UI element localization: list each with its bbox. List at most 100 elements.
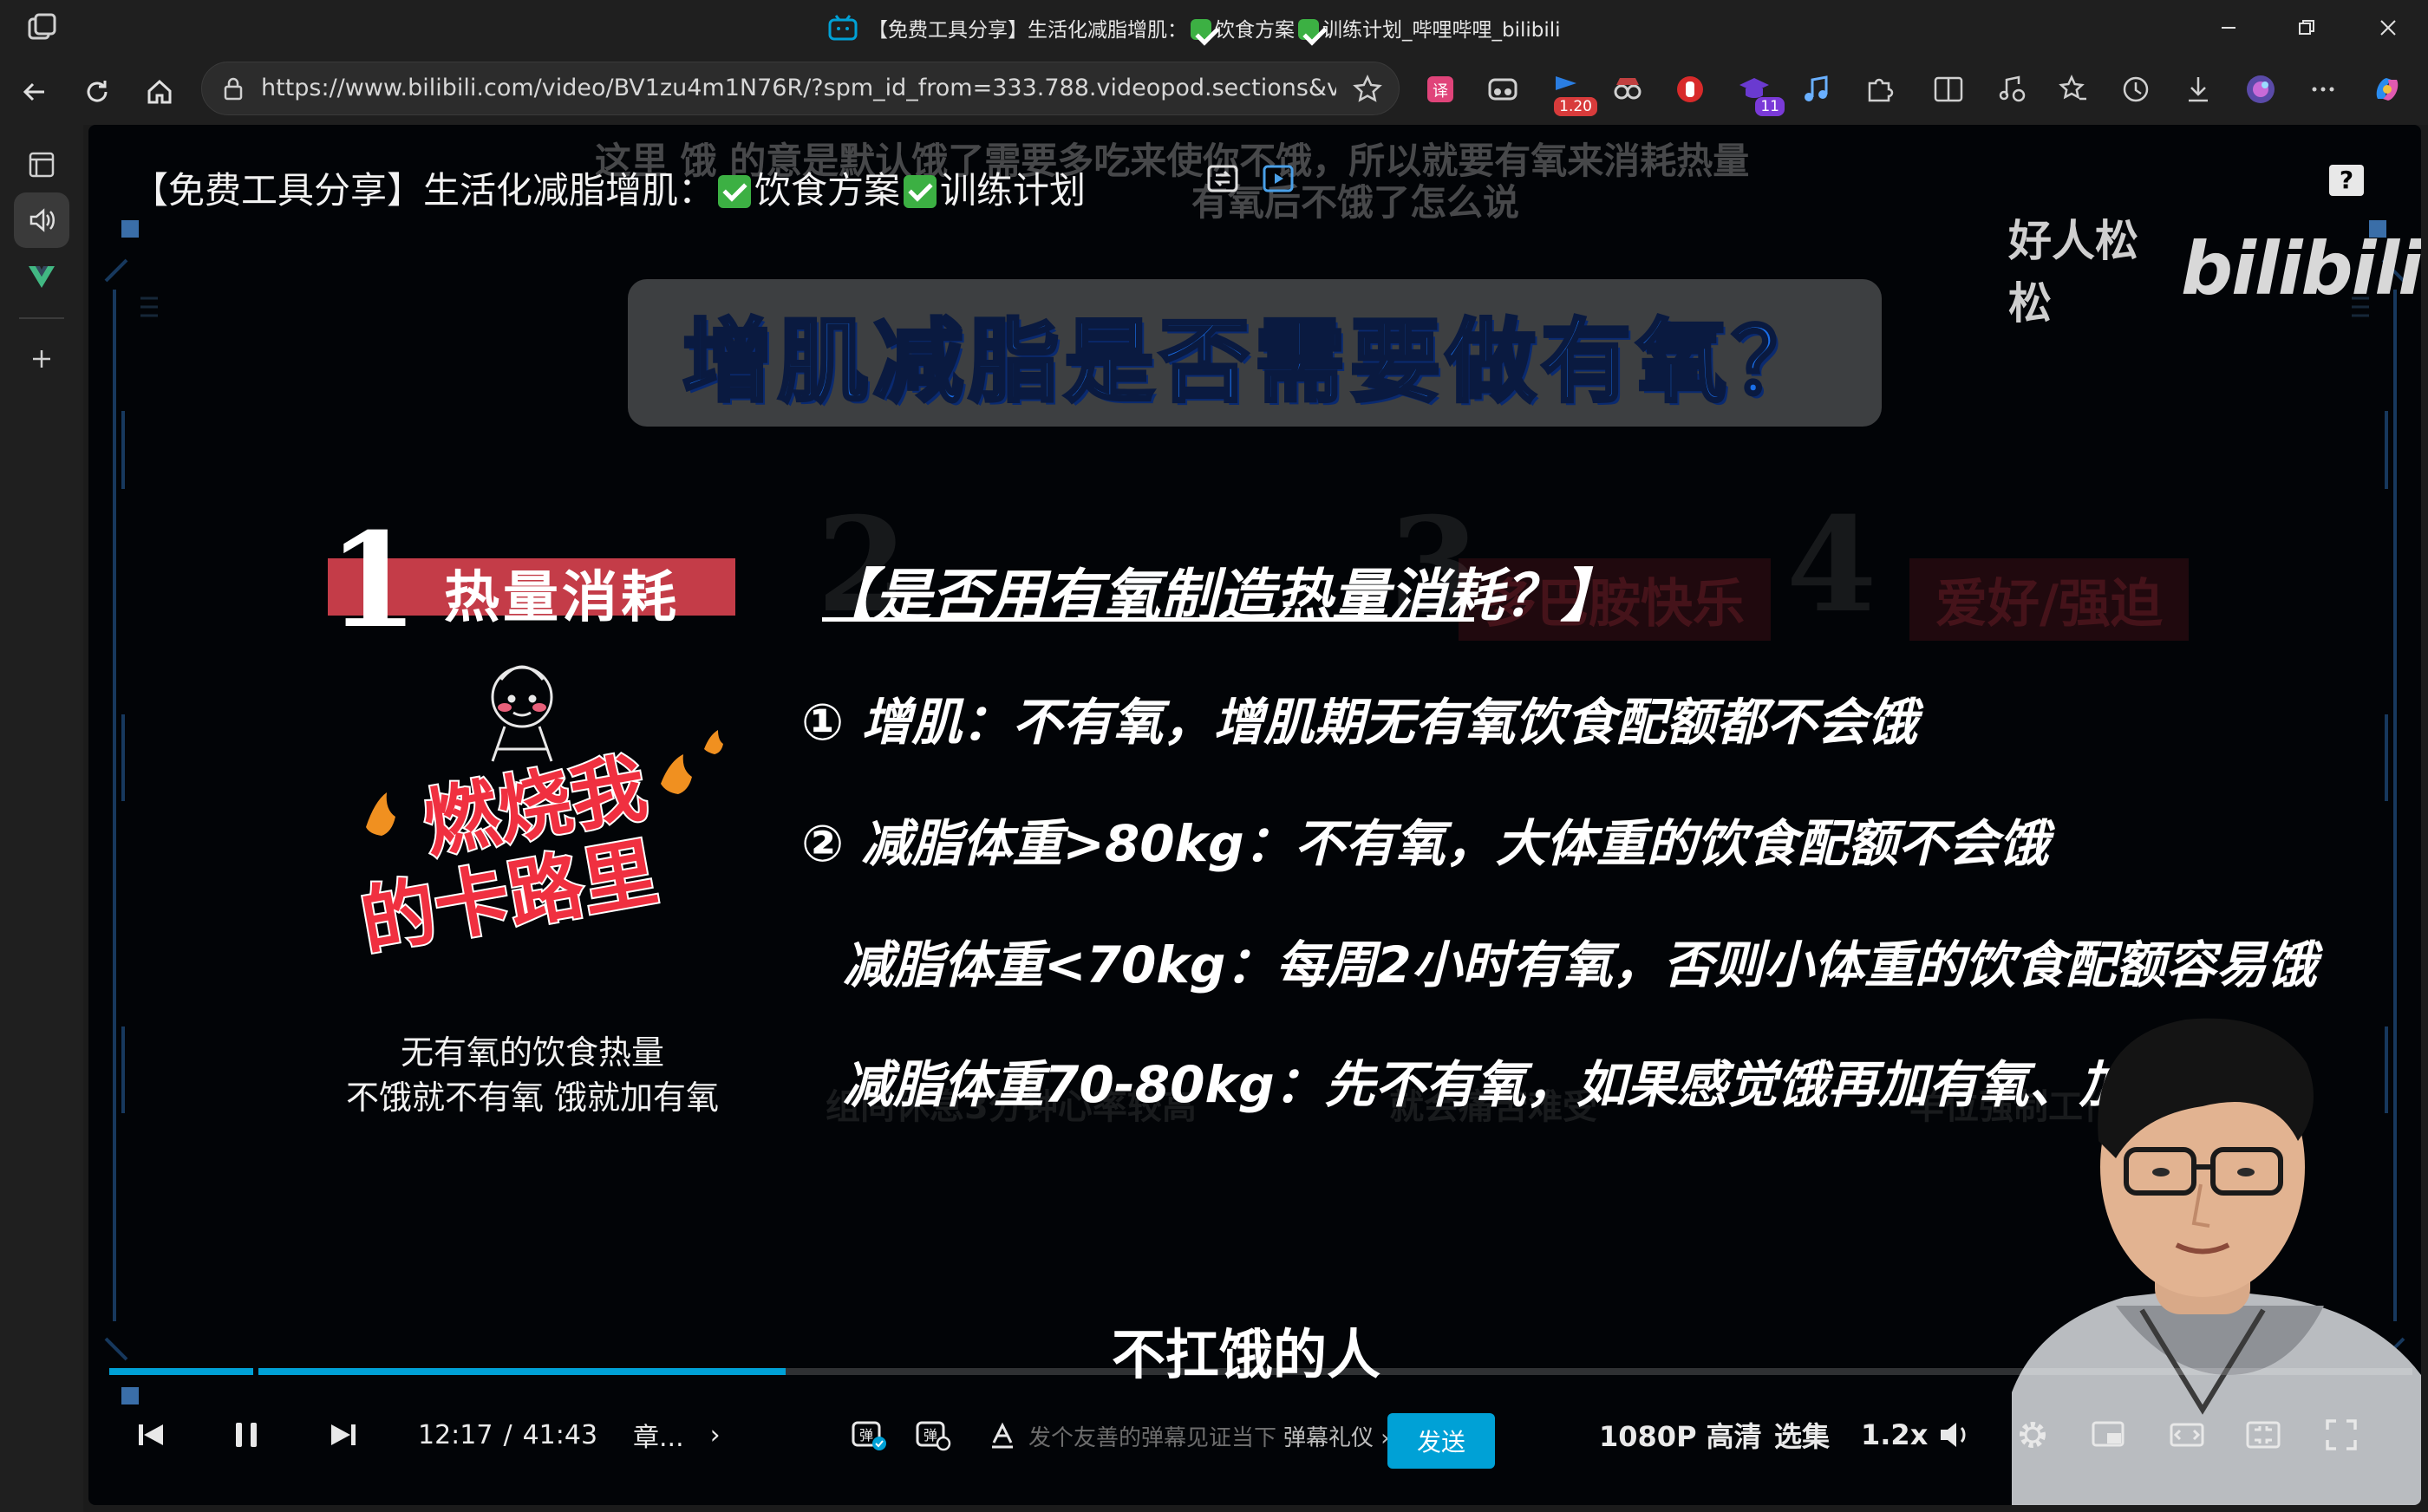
- bilibili-logo: bilibili: [2180, 226, 2421, 311]
- media-control-button[interactable]: [1989, 68, 2033, 111]
- music-extension-button[interactable]: [1795, 68, 1838, 111]
- check-icon: [904, 175, 937, 208]
- music-control-icon: [1999, 75, 2026, 102]
- help-badge[interactable]: ?: [2329, 165, 2364, 196]
- favorites-button[interactable]: [2052, 68, 2095, 111]
- url-text[interactable]: https://www.bilibili.com/video/BV1zu4m1N…: [261, 75, 1336, 101]
- flag-extension-button[interactable]: 1.20: [1545, 68, 1597, 116]
- more-menu-button[interactable]: [2301, 68, 2345, 111]
- window-title-text: 【免费工具分享】生活化减脂增肌： 饮食方案 训练计划_哔哩哔哩_bilibili: [868, 19, 1561, 42]
- content-line: ① 增肌：不有氧，增肌期无有氧饮食配额都不会饿: [801, 693, 1918, 752]
- title-bar: 【免费工具分享】生活化减脂增肌： 饮食方案 训练计划_哔哩哔哩_bilibili: [0, 0, 2428, 55]
- video-player[interactable]: 这里 饿 的意是默认饿了需要多吃来使你不饿，所以就要有氧来消耗热量 有氧后不饿了…: [88, 125, 2421, 1505]
- chapter-marker: [253, 1368, 258, 1375]
- faint-section-number: 4: [1786, 489, 1877, 642]
- pause-icon: [236, 1423, 257, 1447]
- calorie-burn-sticker: 燃烧我 的卡路里: [353, 665, 723, 957]
- svg-text:译: 译: [1433, 82, 1448, 101]
- split-screen-button[interactable]: [1927, 68, 1970, 111]
- swap-icon[interactable]: [1205, 161, 1240, 196]
- text-style-icon[interactable]: [987, 1420, 1018, 1451]
- section-label: 热量消耗: [444, 566, 680, 630]
- tab-actions-button[interactable]: [14, 137, 69, 192]
- download-icon: [2189, 77, 2208, 102]
- check-icon: [1298, 19, 1319, 40]
- danmaku-settings-icon: 弹: [916, 1421, 951, 1451]
- danmaku-on-icon: 弹: [852, 1421, 886, 1450]
- volume-button[interactable]: [1935, 1404, 1974, 1465]
- hand-stop-icon: [1677, 76, 1703, 102]
- minimize-button[interactable]: [2203, 9, 2255, 47]
- music-note-icon: [1805, 75, 1828, 101]
- time-display: 12:17 / 41:43: [418, 1404, 597, 1465]
- refresh-button[interactable]: [76, 71, 118, 113]
- favorite-star-icon[interactable]: [1352, 74, 1383, 105]
- glasses-icon: [1488, 78, 1518, 101]
- previous-button[interactable]: [132, 1404, 170, 1465]
- next-button[interactable]: [324, 1404, 362, 1465]
- close-icon: [2380, 20, 2396, 36]
- vue-devtools-button[interactable]: [14, 248, 69, 303]
- translate-extension-button[interactable]: 译: [1419, 68, 1462, 111]
- chapter-button[interactable]: 章... ›: [633, 1404, 721, 1465]
- speed-label: 1.2x: [1861, 1418, 1929, 1451]
- danmaku-toggle-button[interactable]: 弹: [850, 1404, 888, 1465]
- address-bar[interactable]: https://www.bilibili.com/video/BV1zu4m1N…: [201, 62, 1400, 115]
- uploader-name: 好人松松: [2008, 216, 2138, 329]
- episodes-button[interactable]: 选集: [1774, 1404, 1830, 1465]
- chapter-label: 章...: [633, 1423, 684, 1453]
- episodes-label: 选集: [1774, 1420, 1831, 1453]
- lock-icon[interactable]: [219, 75, 247, 102]
- quality-label: 1080P 高清: [1599, 1420, 1762, 1453]
- audio-tab-button[interactable]: [14, 192, 69, 248]
- check-icon: [718, 175, 752, 208]
- close-button[interactable]: [2362, 9, 2414, 47]
- send-danmaku-button[interactable]: 发送: [1387, 1413, 1495, 1469]
- chevron-right-icon: ›: [709, 1419, 721, 1450]
- quality-selector[interactable]: 1080P 高清: [1599, 1404, 1762, 1465]
- favorites-icon: [2059, 74, 2086, 101]
- svg-text:弹: 弹: [924, 1427, 937, 1444]
- widescreen-button[interactable]: [2168, 1404, 2206, 1465]
- extensions-button[interactable]: [1857, 68, 1901, 111]
- danmaku-placeholder[interactable]: 发个友善的弹幕见证当下: [1028, 1420, 1276, 1452]
- refresh-icon: [87, 81, 108, 102]
- workspaces-icon[interactable]: [26, 12, 59, 43]
- bilibili-tv-icon: [828, 15, 858, 41]
- next-icon: [331, 1424, 356, 1445]
- progress-played[interactable]: [109, 1368, 786, 1375]
- add-tab-button[interactable]: [14, 331, 69, 387]
- settings-button[interactable]: [2014, 1404, 2052, 1465]
- headline-banner: 增肌减脂是否需要做有氧？: [628, 279, 1882, 427]
- adblock-extension-button[interactable]: [1668, 68, 1712, 111]
- section-number: 1: [328, 505, 419, 657]
- glasses-extension-button[interactable]: [1481, 68, 1524, 111]
- fullscreen-button[interactable]: [2322, 1404, 2360, 1465]
- danmaku-settings-button[interactable]: 弹: [914, 1404, 952, 1465]
- back-button[interactable]: [14, 71, 55, 113]
- history-button[interactable]: [2114, 68, 2157, 111]
- copilot-button[interactable]: [2366, 68, 2409, 111]
- total-time: 41:43: [522, 1419, 598, 1450]
- question-underline: [822, 617, 1474, 622]
- pause-button[interactable]: [227, 1404, 265, 1465]
- note-text: 无有氧的饮食热量 不饿就不有氧 饿就加有氧: [316, 1030, 749, 1120]
- fullscreen-icon: [2326, 1419, 2357, 1450]
- web-fullscreen-icon: [2246, 1421, 2281, 1449]
- mini-player-icon: [2092, 1421, 2124, 1447]
- purple-extension-button[interactable]: 11: [1733, 68, 1785, 116]
- speed-selector[interactable]: 1.2x: [1861, 1404, 1928, 1465]
- restore-button[interactable]: [2281, 9, 2333, 47]
- translate-icon: 译: [1427, 76, 1453, 102]
- profile-button[interactable]: [2239, 68, 2282, 111]
- mini-player-button[interactable]: [2090, 1404, 2128, 1465]
- check-icon: [1191, 19, 1211, 40]
- web-fullscreen-button[interactable]: [2244, 1404, 2282, 1465]
- content-line: ② 减脂体重>80kg：不有氧，大体重的饮食配额不会饿: [801, 814, 2049, 873]
- home-button[interactable]: [139, 71, 180, 113]
- spy-extension-button[interactable]: [1606, 68, 1649, 111]
- picture-in-picture-icon[interactable]: [1261, 161, 1296, 196]
- danmaku-etiquette-link[interactable]: 弹幕礼仪 ›: [1283, 1420, 1390, 1452]
- previous-icon: [139, 1424, 163, 1445]
- downloads-button[interactable]: [2177, 68, 2220, 111]
